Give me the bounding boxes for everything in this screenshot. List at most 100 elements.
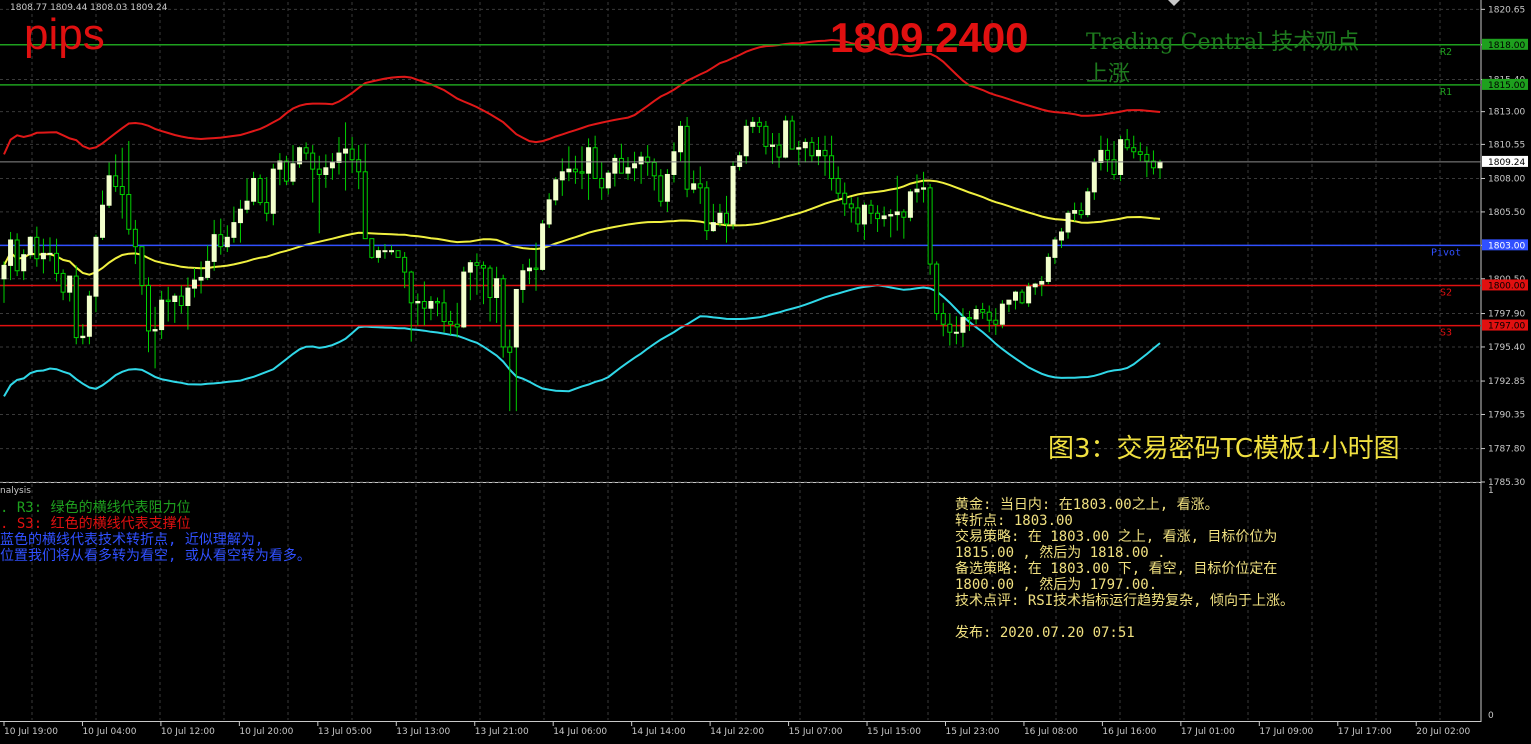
candle-body (198, 276, 204, 281)
legend-line-s3: . S3: 红色的横线代表支撑位 (0, 516, 191, 532)
time-tick-label: 13 Jul 05:00 (318, 727, 372, 737)
candle-body (251, 177, 257, 202)
candle-body (1085, 191, 1091, 216)
candle-body (829, 155, 835, 179)
candle-body (316, 168, 322, 175)
candle-body (967, 317, 973, 320)
candle-body (389, 250, 395, 253)
candle-body (993, 319, 999, 325)
candle-body (802, 141, 808, 149)
candle-body (671, 151, 677, 175)
candle-body (244, 200, 250, 210)
candle-body (1058, 231, 1064, 241)
candle-body (697, 183, 703, 189)
candle-body (612, 157, 618, 174)
candle-body (224, 236, 230, 248)
candle-body (533, 267, 539, 270)
candle-body (1072, 210, 1078, 214)
candle-body (783, 120, 789, 158)
candle-body (907, 191, 913, 218)
legend-line-r3: . R3: 绿色的横线代表阻力位 (0, 500, 191, 516)
candle-body (119, 186, 125, 196)
candle-body (369, 238, 375, 258)
candle-body (132, 228, 138, 248)
candle-body (73, 275, 79, 339)
candle-body (139, 246, 145, 286)
candle-body (743, 125, 749, 157)
level-label-r1: R1 (1440, 87, 1452, 98)
analysis-text: 黄金: 当日内: 在1803.00之上, 看涨。 转折点: 1803.00 交易… (955, 497, 1294, 641)
candle-body (1137, 151, 1143, 155)
candle-body (382, 250, 388, 253)
candle-body (283, 160, 289, 182)
candle-body (888, 214, 894, 217)
candle-body (855, 207, 861, 225)
candle-body (664, 173, 670, 202)
candle-body (960, 317, 966, 333)
level-label-pivot: Pivot (1431, 247, 1461, 258)
candle-body (54, 252, 60, 274)
legend-line-pivot: 蓝色的横线代表技术转折点, 近似理解为, (0, 532, 264, 548)
candle-body (428, 300, 434, 309)
candle-body (894, 211, 900, 216)
level-price-tag-label: 1803.00 (1488, 241, 1525, 251)
price-tick-label: 1797.90 (1488, 310, 1525, 320)
candle-body (172, 295, 178, 302)
candle-body (559, 171, 565, 181)
candle-body (1045, 256, 1051, 282)
candle-body (881, 215, 887, 220)
analysis-publish-date: 发布: 2020.07.20 07:51 (955, 625, 1135, 641)
candle-body (809, 141, 815, 157)
analysis-line: 1800.00 , 然后为 1797.00. (955, 577, 1158, 593)
candle-body (704, 187, 710, 232)
time-tick-label: 17 Jul 09:00 (1259, 727, 1313, 737)
candle-body (710, 222, 716, 232)
candle-body (237, 208, 243, 224)
candle-body (763, 125, 769, 147)
candle-body (310, 152, 316, 170)
candle-body (270, 168, 276, 214)
candle-body (1091, 161, 1097, 193)
candle-body (106, 175, 112, 206)
price-chart[interactable]: 1820.651818.001815.401813.001810.551808.… (0, 0, 1531, 744)
candle-body (815, 149, 821, 157)
time-tick-label: 20 Jul 02:00 (1416, 727, 1470, 737)
candle-body (323, 167, 329, 175)
candle-body (474, 262, 480, 266)
candle-body (1124, 139, 1130, 149)
candle-body (86, 295, 92, 337)
candle-body (513, 288, 519, 348)
level-price-tag-label: 1818.00 (1488, 41, 1525, 51)
candle-body (1144, 153, 1150, 162)
candle-body (500, 278, 506, 348)
candle-body (441, 302, 447, 323)
candle-body (737, 155, 743, 167)
analysis-line: 技术点评: RSI技术指标运行趋势复杂, 倾向于上涨。 (955, 593, 1294, 609)
candle-body (191, 279, 197, 289)
candle-body (632, 163, 638, 169)
candle-body (658, 175, 664, 202)
time-tick-label: 16 Jul 16:00 (1102, 727, 1156, 737)
candle-body (67, 275, 73, 293)
time-tick-label: 17 Jul 01:00 (1181, 727, 1235, 737)
candle-body (40, 252, 46, 260)
candle-body (178, 295, 184, 307)
candle-body (395, 250, 401, 258)
candle-body (921, 187, 927, 190)
legend-line-pivot-2: 位置我们将从看多转为看空, 或从看空转为看多。 (0, 548, 311, 564)
candle-body (940, 313, 946, 325)
candle-body (257, 177, 263, 204)
candle-body (1006, 299, 1012, 305)
analysis-line: 1815.00 , 然后为 1818.00 . (955, 545, 1166, 561)
candle-body (1052, 239, 1058, 258)
price-tick-label: 1792.85 (1488, 377, 1525, 387)
tc-direction: 上涨 (1086, 62, 1131, 87)
candle-body (303, 147, 309, 154)
candle-body (638, 156, 644, 165)
time-tick-label: 13 Jul 13:00 (396, 727, 450, 737)
indicator-panel-title: nalysis (0, 486, 31, 496)
time-tick-label: 13 Jul 21:00 (475, 727, 529, 737)
time-tick-label: 14 Jul 14:00 (632, 727, 686, 737)
candle-body (165, 299, 171, 302)
candle-body (1039, 280, 1045, 285)
